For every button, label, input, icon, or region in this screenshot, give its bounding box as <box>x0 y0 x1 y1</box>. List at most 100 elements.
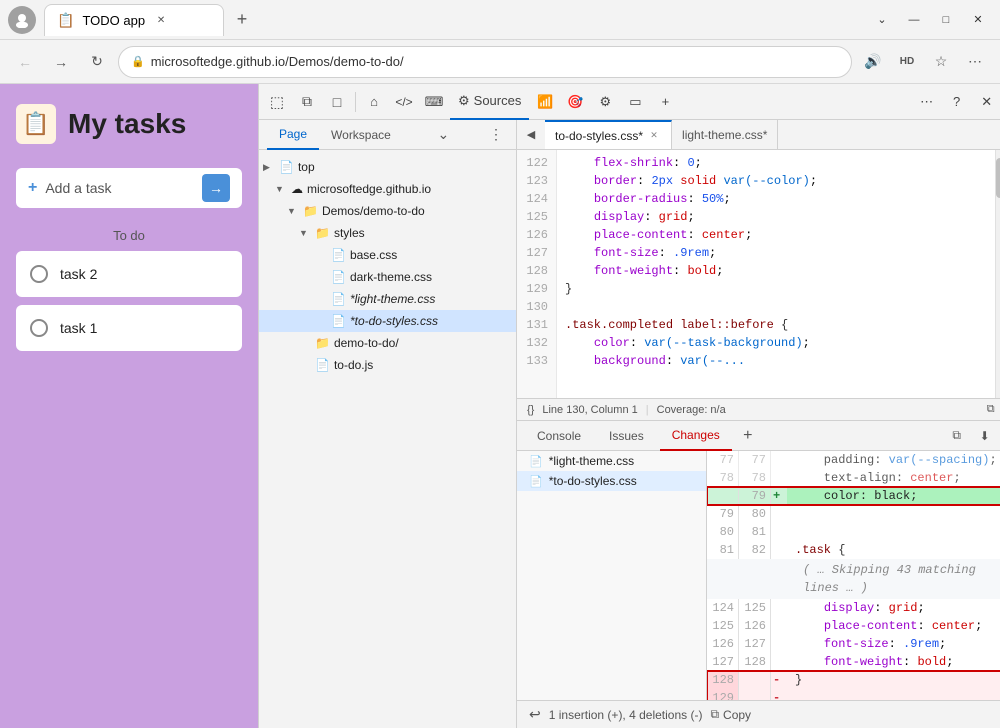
tree-arrow-edge: ▼ <box>275 184 287 194</box>
devtools-overflow-button[interactable]: ⋯ <box>913 88 941 116</box>
url-text: microsoftedge.github.io/Demos/demo-to-do… <box>151 54 404 69</box>
tree-item-demos[interactable]: ▼ 📁 Demos/demo-to-do <box>259 200 516 222</box>
file-panel: Page Workspace ⌄ ⋮ ▶ 📄 top ▼ ☁ <box>259 120 517 728</box>
forward-button[interactable]: → <box>46 47 76 77</box>
file-icon-dark: 📄 <box>331 270 346 284</box>
bottom-tab-add-button[interactable]: + <box>736 424 760 448</box>
diff-line-128-removed: 128 - } <box>707 671 1000 689</box>
devtools-separator-1 <box>355 92 356 112</box>
bottom-tabs: Console Issues Changes + ⧉ ⬇ <box>517 421 1000 451</box>
devtools-elements-button[interactable]: </> <box>390 88 418 116</box>
devtools-console-button[interactable]: ⌨ <box>420 88 448 116</box>
task-item-1[interactable]: task 1 <box>16 305 242 351</box>
devtools-inspect-button[interactable]: ⬚ <box>263 88 291 116</box>
copy-label: Copy <box>723 708 751 722</box>
diff-line-129-removed: 129 - <box>707 689 1000 700</box>
browser-chrome: 📋 TODO app ✕ + ⌄ — □ ✕ ← → ↻ 🔒 microsoft… <box>0 0 1000 84</box>
file-tab-page[interactable]: Page <box>267 120 319 150</box>
changes-body: 📄 *light-theme.css 📄 *to-do-styles.css <box>517 451 1000 700</box>
add-task-bar[interactable]: + Add a task → <box>16 168 242 208</box>
file-icon-js: 📄 <box>315 358 330 372</box>
changed-file-light[interactable]: 📄 *light-theme.css <box>517 451 706 471</box>
changed-files-list: 📄 *light-theme.css 📄 *to-do-styles.css <box>517 451 707 700</box>
todo-sidebar: 📋 My tasks + Add a task → To do task 2 t… <box>0 84 258 728</box>
tree-item-edge[interactable]: ▼ ☁ microsoftedge.github.io <box>259 178 516 200</box>
diff-view[interactable]: 77 77 padding: var(--spacing); 78 78 <box>707 451 1000 700</box>
chevron-down-button[interactable]: ⌄ <box>868 6 896 34</box>
maximize-button[interactable]: □ <box>932 6 960 34</box>
undo-icon[interactable]: ↩ <box>529 706 541 723</box>
changed-file-todo[interactable]: 📄 *to-do-styles.css <box>517 471 706 491</box>
add-task-button[interactable]: → <box>202 174 230 202</box>
task-checkbox-1[interactable] <box>30 319 48 337</box>
favorites-button[interactable]: ☆ <box>926 47 956 77</box>
read-aloud-button[interactable]: 🔊 <box>858 47 888 77</box>
code-content[interactable]: 122123124125 126127128129 130131132133 f… <box>517 150 1000 398</box>
code-line-130 <box>565 298 995 316</box>
tree-label-todo: *to-do-styles.css <box>350 314 438 328</box>
tree-item-todo-styles[interactable]: 📄 *to-do-styles.css <box>259 310 516 332</box>
tab-close-button[interactable]: ✕ <box>153 12 169 28</box>
tree-label-js: to-do.js <box>334 358 373 372</box>
new-tab-button[interactable]: + <box>228 6 256 34</box>
status-sep: | <box>646 404 649 416</box>
devtools-device-button[interactable]: ⧉ <box>293 88 321 116</box>
devtools-perf-button[interactable]: 🎯 <box>561 88 589 116</box>
url-bar[interactable]: 🔒 microsoftedge.github.io/Demos/demo-to-… <box>118 46 852 78</box>
bottom-tab-console[interactable]: Console <box>525 421 593 451</box>
refresh-button[interactable]: ↻ <box>82 47 112 77</box>
devtools-settings-gear-button[interactable]: ⚙ <box>591 88 619 116</box>
devtools-help-button[interactable]: ? <box>943 88 971 116</box>
devtools-network-button[interactable]: 📶 <box>531 88 559 116</box>
file-panel-tabs: Page Workspace ⌄ ⋮ <box>259 120 516 150</box>
tree-item-demo-dir[interactable]: 📁 demo-to-do/ <box>259 332 516 354</box>
close-button[interactable]: ✕ <box>964 6 992 34</box>
devtools-close-button[interactable]: ✕ <box>973 88 1000 116</box>
devtools-dock-button[interactable]: □ <box>323 88 351 116</box>
code-scrollbar-thumb[interactable] <box>996 158 1000 198</box>
devtools-home-button[interactable]: ⌂ <box>360 88 388 116</box>
copy-button[interactable]: ⧉ Copy <box>710 707 751 722</box>
code-tab-close-todo[interactable]: ✕ <box>647 129 661 143</box>
tree-item-top[interactable]: ▶ 📄 top <box>259 156 516 178</box>
tree-item-styles[interactable]: ▼ 📁 styles <box>259 222 516 244</box>
todo-app-icon: 📋 <box>16 104 56 144</box>
tree-item-todo-js[interactable]: 📄 to-do.js <box>259 354 516 376</box>
task-checkbox-2[interactable] <box>30 265 48 283</box>
tree-item-light-theme[interactable]: 📄 *light-theme.css <box>259 288 516 310</box>
more-button[interactable]: ⋯ <box>960 47 990 77</box>
tab-todo-app[interactable]: 📋 TODO app ✕ <box>44 4 224 36</box>
code-scrollbar[interactable] <box>995 150 1000 398</box>
move-panel-button[interactable]: ⬇ <box>973 424 997 448</box>
expand-panel-button[interactable]: ⧉ <box>945 424 969 448</box>
status-right-icon[interactable]: ⧉ <box>987 403 995 416</box>
devtools-sources-tab[interactable]: ⚙ Sources <box>450 84 529 120</box>
task-item-2[interactable]: task 2 <box>16 251 242 297</box>
tree-item-dark-theme[interactable]: 📄 dark-theme.css <box>259 266 516 288</box>
tree-item-base-css[interactable]: 📄 base.css <box>259 244 516 266</box>
sources-icon: ⚙ <box>458 93 470 109</box>
code-panel: ◀ to-do-styles.css* ✕ light-theme.css* 1… <box>517 120 1000 728</box>
code-tab-todo-styles[interactable]: to-do-styles.css* ✕ <box>545 120 672 150</box>
devtools-add-panel-button[interactable]: + <box>651 88 679 116</box>
file-tab-more[interactable]: ⋮ <box>484 123 508 147</box>
diff-line-127: 127 128 font-weight: bold; <box>707 653 1000 671</box>
code-tab-label-light: light-theme.css* <box>682 128 767 142</box>
avatar <box>8 6 36 34</box>
file-tab-dropdown[interactable]: ⌄ <box>431 123 455 147</box>
hd-button[interactable]: HD <box>892 47 922 77</box>
minimize-button[interactable]: — <box>900 6 928 34</box>
tree-label-light: *light-theme.css <box>350 292 435 306</box>
collapse-tab-button[interactable]: ◀ <box>519 123 543 147</box>
bottom-tab-issues[interactable]: Issues <box>597 421 656 451</box>
devtools-storage-button[interactable]: ▭ <box>621 88 649 116</box>
file-tab-workspace[interactable]: Workspace <box>319 120 403 150</box>
diff-line-124: 124 125 display: grid; <box>707 599 1000 617</box>
code-lines: flex-shrink: 0; border: 2px solid var(--… <box>557 150 995 398</box>
main-area: 📋 My tasks + Add a task → To do task 2 t… <box>0 84 1000 728</box>
tree-label-top: top <box>298 160 315 174</box>
code-tab-light-theme[interactable]: light-theme.css* <box>672 120 778 150</box>
bottom-tab-changes[interactable]: Changes <box>660 421 732 451</box>
back-button[interactable]: ← <box>10 47 40 77</box>
lock-icon: 🔒 <box>131 55 145 68</box>
